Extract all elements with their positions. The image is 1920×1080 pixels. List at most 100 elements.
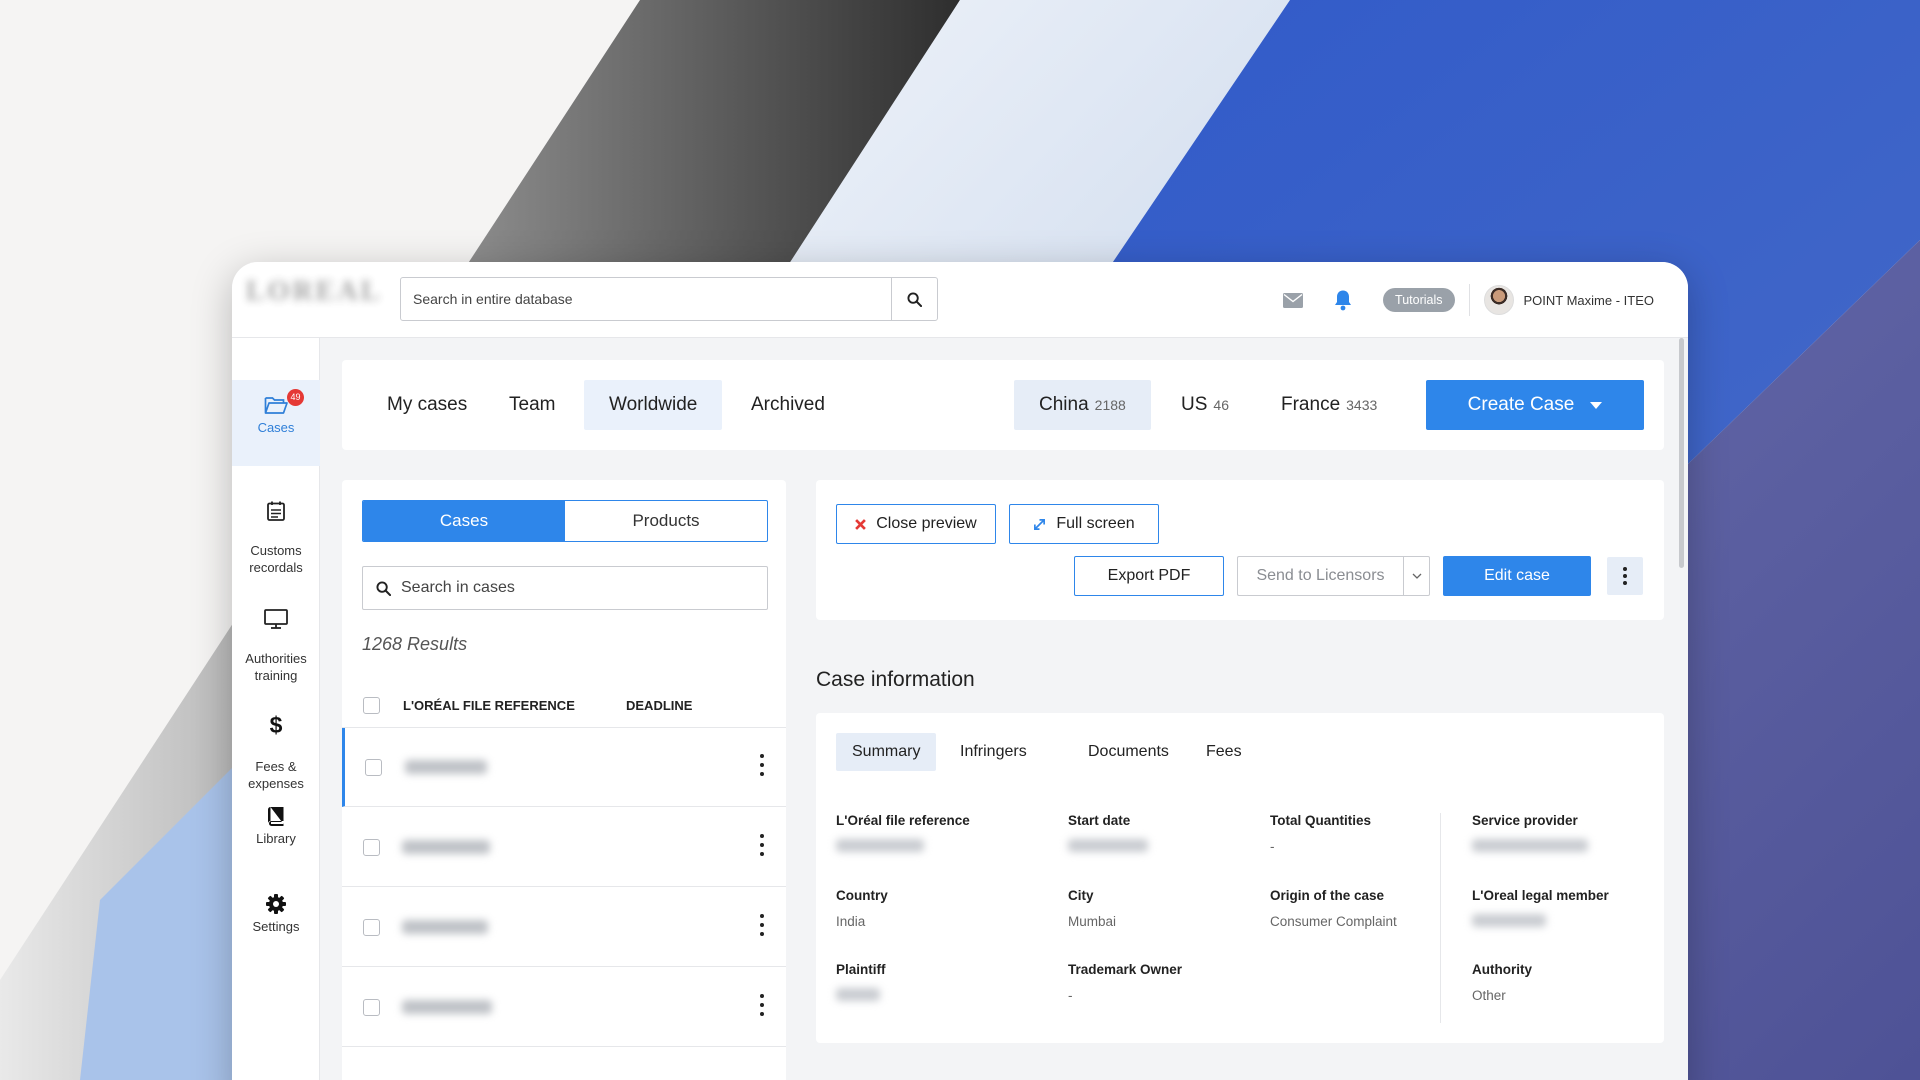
- country-count: 2188: [1094, 397, 1126, 413]
- brand-logo[interactable]: LOREAL: [246, 276, 379, 318]
- field-label: Trademark Owner: [1068, 962, 1183, 977]
- toggle-cases[interactable]: Cases: [363, 501, 565, 541]
- sidebar-item-label: Cases: [257, 420, 295, 435]
- cases-count-badge: 49: [287, 389, 304, 406]
- country-name: China: [1039, 394, 1089, 415]
- folder-open-icon: [264, 397, 288, 414]
- country-filter-china[interactable]: China 2188: [1014, 380, 1151, 430]
- field-label: Origin of the case: [1270, 888, 1385, 903]
- tab-documents[interactable]: Documents: [1072, 733, 1185, 771]
- tab-my-cases[interactable]: My cases: [362, 380, 492, 430]
- case-list-panel: Cases Products 1268 Results L'ORÉAL FILE…: [342, 480, 786, 1080]
- tab-infringers[interactable]: Infringers: [944, 733, 1043, 771]
- field-file-reference: L'Oréal file reference: [836, 813, 970, 852]
- user-name[interactable]: POINT Maxime - ITEO: [1524, 293, 1655, 308]
- create-case-button[interactable]: Create Case: [1426, 380, 1644, 430]
- row-menu-icon[interactable]: [760, 834, 764, 861]
- list-item[interactable]: [342, 728, 786, 807]
- row-checkbox[interactable]: [363, 999, 380, 1016]
- field-label: Plaintiff: [836, 962, 886, 977]
- close-icon: [855, 518, 867, 530]
- blurred-reference: [405, 760, 487, 774]
- field-origin: Origin of the case Consumer Complaint: [1270, 888, 1397, 929]
- field-trademark-owner: Trademark Owner -: [1068, 962, 1182, 1003]
- case-information-panel: Summary Infringers Documents Fees L'Oréa…: [816, 713, 1664, 1043]
- bell-icon[interactable]: [1333, 289, 1353, 311]
- scope-tabs-bar: My cases Team Worldwide Archived China 21…: [342, 360, 1664, 450]
- close-preview-button[interactable]: Close preview: [836, 504, 996, 544]
- column-deadline[interactable]: DEADLINE: [626, 698, 692, 713]
- create-case-label: Create Case: [1467, 394, 1575, 415]
- sidebar-item-label: Customs recordals: [249, 543, 303, 575]
- send-options-dropdown[interactable]: [1403, 556, 1430, 596]
- sidebar-item-label: Settings: [252, 919, 300, 934]
- edit-case-button[interactable]: Edit case: [1443, 556, 1591, 596]
- country-filter-france[interactable]: France 3433: [1256, 380, 1402, 430]
- list-item[interactable]: [342, 808, 786, 887]
- avatar[interactable]: [1483, 285, 1514, 315]
- chevron-down-icon: [1412, 573, 1421, 579]
- sidebar-item-cases[interactable]: 49 Cases: [232, 380, 320, 466]
- blurred-value: [1068, 839, 1148, 852]
- list-item[interactable]: [342, 968, 786, 1047]
- field-authority: Authority Other: [1472, 962, 1532, 1003]
- monitor-icon: [264, 609, 288, 629]
- sidebar-item-fees-expenses[interactable]: $ Fees & expenses: [232, 696, 320, 792]
- toggle-products[interactable]: Products: [565, 501, 767, 541]
- blurred-value: [1472, 839, 1588, 852]
- field-legal-member: L'Oreal legal member: [1472, 888, 1609, 927]
- gear-icon: [266, 894, 286, 914]
- sidebar-item-customs-recordals[interactable]: Customs recordals: [232, 484, 320, 576]
- row-checkbox[interactable]: [363, 839, 380, 856]
- field-label: Country: [836, 888, 888, 903]
- column-file-reference[interactable]: L'ORÉAL FILE REFERENCE: [403, 698, 575, 713]
- field-value: India: [836, 914, 866, 929]
- full-screen-label: Full screen: [1056, 515, 1135, 532]
- mail-icon[interactable]: [1283, 292, 1304, 308]
- export-pdf-label: Export PDF: [1107, 567, 1191, 584]
- column-divider: [1440, 813, 1441, 1023]
- sidebar-item-library[interactable]: Library: [232, 806, 320, 847]
- field-label: Service provider: [1472, 813, 1578, 828]
- row-menu-icon[interactable]: [760, 914, 764, 941]
- row-menu-icon[interactable]: [760, 994, 764, 1021]
- expand-icon: [1034, 518, 1046, 530]
- search-icon: [907, 291, 922, 307]
- tab-worldwide[interactable]: Worldwide: [584, 380, 723, 430]
- select-all-checkbox[interactable]: [363, 697, 380, 714]
- row-checkbox[interactable]: [363, 919, 380, 936]
- field-country: Country India: [836, 888, 888, 929]
- sidebar-item-settings[interactable]: Settings: [232, 894, 320, 935]
- country-name: France: [1281, 394, 1341, 415]
- more-options-button[interactable]: [1607, 557, 1643, 595]
- send-to-licensors-button[interactable]: Send to Licensors: [1237, 556, 1403, 596]
- field-plaintiff: Plaintiff: [836, 962, 886, 1001]
- results-count: 1268 Results: [362, 634, 468, 654]
- preview-actions-panel: Close preview Full screen Export PDF Sen…: [816, 480, 1664, 620]
- row-checkbox[interactable]: [365, 759, 382, 776]
- country-filter-us[interactable]: US 46: [1156, 380, 1254, 430]
- tab-fees[interactable]: Fees: [1190, 733, 1258, 771]
- global-search-button[interactable]: [891, 278, 937, 320]
- global-search-input[interactable]: [401, 278, 891, 320]
- scrollbar[interactable]: [1679, 338, 1684, 568]
- search-icon: [376, 581, 391, 596]
- tab-summary[interactable]: Summary: [836, 733, 937, 771]
- row-menu-icon[interactable]: [760, 754, 764, 781]
- field-label: L'Oreal legal member: [1472, 888, 1609, 903]
- tutorials-button[interactable]: Tutorials: [1383, 288, 1455, 312]
- sidebar-item-authorities-training[interactable]: Authorities training: [232, 592, 320, 684]
- field-label: L'Oréal file reference: [836, 813, 970, 828]
- list-column-header: L'ORÉAL FILE REFERENCE DEADLINE: [342, 686, 786, 728]
- field-label: City: [1068, 888, 1094, 903]
- global-search: [400, 277, 938, 321]
- field-label: Authority: [1472, 962, 1532, 977]
- tab-team[interactable]: Team: [484, 380, 580, 430]
- tab-archived[interactable]: Archived: [726, 380, 850, 430]
- sidebar-item-label: Authorities training: [245, 651, 307, 683]
- full-screen-button[interactable]: Full screen: [1009, 504, 1159, 544]
- case-search-input[interactable]: [401, 567, 761, 609]
- export-pdf-button[interactable]: Export PDF: [1074, 556, 1224, 596]
- list-item[interactable]: [342, 888, 786, 967]
- field-value: Mumbai: [1068, 914, 1117, 929]
